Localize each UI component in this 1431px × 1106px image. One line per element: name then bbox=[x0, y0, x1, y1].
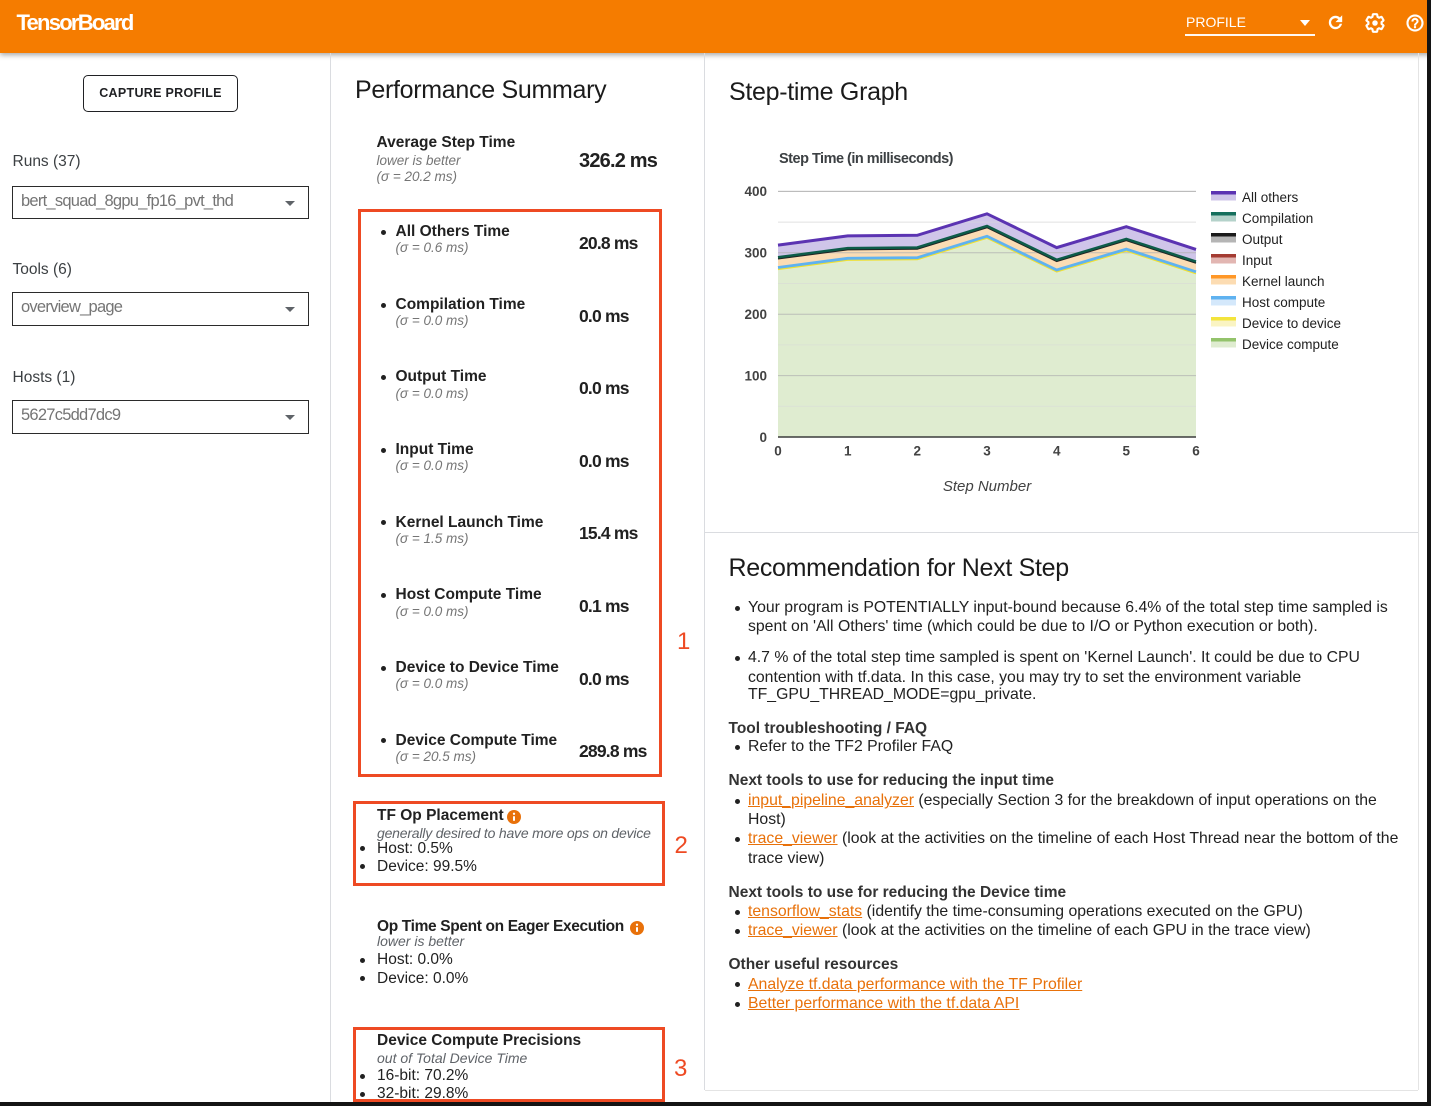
svg-text:Kernel launch: Kernel launch bbox=[1242, 274, 1325, 289]
svg-text:1: 1 bbox=[844, 444, 852, 459]
svg-text:300: 300 bbox=[744, 246, 767, 261]
svg-text:400: 400 bbox=[744, 184, 767, 199]
svg-text:0: 0 bbox=[774, 444, 782, 459]
svg-text:Step Number: Step Number bbox=[943, 478, 1032, 495]
svg-text:2: 2 bbox=[914, 444, 922, 459]
svg-text:Device compute: Device compute bbox=[1242, 337, 1339, 352]
svg-text:Input: Input bbox=[1242, 253, 1272, 268]
svg-text:6: 6 bbox=[1192, 444, 1200, 459]
svg-text:200: 200 bbox=[744, 307, 767, 322]
svg-text:Output: Output bbox=[1242, 232, 1283, 247]
svg-text:All others: All others bbox=[1242, 190, 1299, 205]
svg-text:Compilation: Compilation bbox=[1242, 211, 1313, 226]
svg-text:5: 5 bbox=[1123, 444, 1131, 459]
svg-text:4: 4 bbox=[1053, 444, 1061, 459]
svg-text:100: 100 bbox=[744, 368, 767, 383]
svg-text:Device to device: Device to device bbox=[1242, 316, 1341, 331]
svg-text:Host compute: Host compute bbox=[1242, 295, 1325, 310]
svg-text:0: 0 bbox=[759, 430, 767, 445]
svg-text:3: 3 bbox=[983, 444, 991, 459]
svg-text:Step Time (in milliseconds): Step Time (in milliseconds) bbox=[779, 151, 954, 167]
